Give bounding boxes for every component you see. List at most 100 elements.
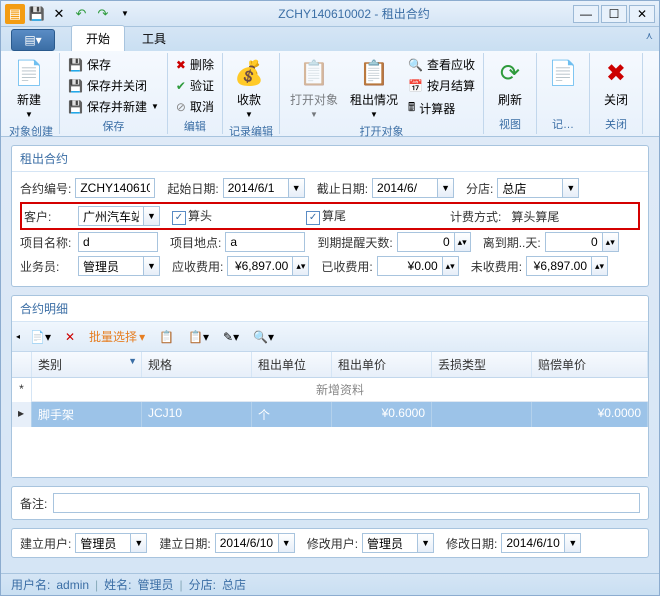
cell-comp[interactable]: ¥0.0000 bbox=[532, 402, 648, 427]
due-spin[interactable]: ▴▾ bbox=[293, 256, 309, 276]
staff-input[interactable] bbox=[78, 256, 144, 276]
end-date-input[interactable] bbox=[372, 178, 438, 198]
project-input[interactable] bbox=[78, 232, 158, 252]
close-button[interactable]: ✕ bbox=[629, 5, 655, 23]
calc-head-label: 算头 bbox=[188, 209, 212, 223]
created-by-input[interactable] bbox=[75, 533, 131, 553]
cell-loss[interactable] bbox=[432, 402, 532, 427]
start-date-input[interactable] bbox=[223, 178, 289, 198]
remarks-input[interactable] bbox=[53, 493, 640, 513]
col-comp[interactable]: 赔偿单价 bbox=[532, 352, 648, 377]
paid-input[interactable] bbox=[377, 256, 443, 276]
refresh-button[interactable]: ⟳刷新 bbox=[490, 55, 530, 110]
minimize-button[interactable]: ― bbox=[573, 5, 599, 23]
branch-input[interactable] bbox=[497, 178, 563, 198]
qat-redo-icon[interactable]: ↷ bbox=[93, 4, 113, 24]
calc-head-checkbox[interactable]: ✓ bbox=[172, 211, 186, 225]
modified-on-drop[interactable]: ▼ bbox=[565, 533, 581, 553]
rent-status-button[interactable]: 📋租出情况▼ bbox=[346, 55, 402, 121]
calculator-button[interactable]: 🖩计算器 bbox=[406, 97, 477, 120]
modified-by-drop[interactable]: ▼ bbox=[418, 533, 434, 553]
unpaid-input[interactable] bbox=[526, 256, 592, 276]
end-date-dropdown[interactable]: ▼ bbox=[438, 178, 454, 198]
verify-button[interactable]: ✔验证 bbox=[174, 76, 216, 95]
contract-no-input[interactable] bbox=[75, 178, 155, 198]
save-button[interactable]: 💾保存 bbox=[66, 55, 161, 74]
calc-tail-checkbox[interactable]: ✓ bbox=[306, 211, 320, 225]
col-unit[interactable]: 租出单位 bbox=[252, 352, 332, 377]
staff-dropdown[interactable]: ▼ bbox=[144, 256, 160, 276]
qat-close-doc-icon[interactable]: ✕ bbox=[49, 4, 69, 24]
close-ribbon-button[interactable]: ✖关闭 bbox=[596, 55, 636, 110]
delete-button[interactable]: ✖删除 bbox=[174, 55, 216, 74]
tab-start[interactable]: 开始 bbox=[71, 25, 125, 51]
qat-drop-icon[interactable]: ▼ bbox=[115, 4, 135, 24]
col-category[interactable]: 类别 ▼ bbox=[32, 352, 142, 377]
open-icon: 📋 bbox=[298, 57, 330, 89]
save-close-button[interactable]: 💾保存并关闭 bbox=[66, 76, 161, 95]
remind-days-spin[interactable]: ▴▾ bbox=[455, 232, 471, 252]
modified-on-input[interactable] bbox=[501, 533, 565, 553]
maximize-button[interactable]: ☐ bbox=[601, 5, 627, 23]
created-on-drop[interactable]: ▼ bbox=[279, 533, 295, 553]
modified-by-input[interactable] bbox=[362, 533, 418, 553]
created-by-drop[interactable]: ▼ bbox=[131, 533, 147, 553]
new-row-placeholder[interactable]: 新增资料 bbox=[32, 378, 648, 402]
qat-undo-icon[interactable]: ↶ bbox=[71, 4, 91, 24]
save-close-icon: 💾 bbox=[68, 79, 83, 93]
col-loss[interactable]: 丢损类型 bbox=[432, 352, 532, 377]
toolbar-search-button[interactable]: 🔍▾ bbox=[249, 328, 278, 346]
toolbar-copy-button[interactable]: 📋 bbox=[155, 328, 178, 346]
cancel-icon: ⊘ bbox=[176, 100, 186, 114]
days-leave-spin[interactable]: ▴▾ bbox=[603, 232, 619, 252]
unpaid-spin[interactable]: ▴▾ bbox=[592, 256, 608, 276]
app-icon[interactable]: ▤ bbox=[5, 4, 25, 24]
contract-panel-title: 租出合约 bbox=[12, 146, 648, 172]
batch-select-button[interactable]: 批量选择▾ bbox=[85, 326, 149, 347]
check-receivable-button[interactable]: 🔍查看应收 bbox=[406, 55, 477, 74]
created-on-input[interactable] bbox=[215, 533, 279, 553]
due-input[interactable] bbox=[227, 256, 293, 276]
filter-icon[interactable]: ▼ bbox=[128, 356, 137, 366]
qat-save-icon[interactable]: 💾 bbox=[27, 4, 47, 24]
open-object-button[interactable]: 📋打开对象▼ bbox=[286, 55, 342, 121]
collect-button[interactable]: 💰收款▼ bbox=[229, 55, 269, 121]
customer-input[interactable] bbox=[78, 206, 144, 226]
monthly-button[interactable]: 📅按月结算 bbox=[406, 76, 477, 95]
start-date-dropdown[interactable]: ▼ bbox=[289, 178, 305, 198]
group-record-label: 记录编辑 bbox=[229, 121, 273, 139]
col-price[interactable]: 租出单价 bbox=[332, 352, 432, 377]
location-input[interactable] bbox=[225, 232, 305, 252]
ribbon-collapse-icon[interactable]: ⋏ bbox=[646, 31, 653, 42]
record-button[interactable]: 📄 bbox=[543, 55, 583, 91]
remind-days-input[interactable] bbox=[397, 232, 455, 252]
save-icon: 💾 bbox=[68, 58, 83, 72]
col-spec[interactable]: 规格 bbox=[142, 352, 252, 377]
created-on-label: 建立日期: bbox=[159, 535, 210, 552]
tab-tools[interactable]: 工具 bbox=[127, 25, 181, 51]
paid-spin[interactable]: ▴▾ bbox=[443, 256, 459, 276]
cell-price[interactable]: ¥0.6000 bbox=[332, 402, 432, 427]
customer-dropdown[interactable]: ▼ bbox=[144, 206, 160, 226]
cancel-button[interactable]: ⊘取消 bbox=[174, 97, 216, 116]
table-row[interactable]: ▸ 脚手架 JCJ10 个 ¥0.6000 ¥0.0000 bbox=[12, 402, 648, 427]
unpaid-label: 未收费用: bbox=[471, 258, 522, 275]
cell-spec[interactable]: JCJ10 bbox=[142, 402, 252, 427]
toolbar-nav-icon[interactable]: ◂ bbox=[16, 332, 20, 341]
status-bar: 用户名: admin | 姓名: 管理员 | 分店: 总店 bbox=[1, 573, 659, 595]
toolbar-paste-button[interactable]: 📋▾ bbox=[184, 328, 213, 346]
detail-panel: 合约明细 ◂ 📄▾ ✕ 批量选择▾ 📋 📋▾ ✎▾ 🔍▾ 类别 ▼ 规格 租出单… bbox=[11, 295, 649, 478]
save-new-button[interactable]: 💾保存并新建▼ bbox=[66, 97, 161, 116]
days-leave-input[interactable] bbox=[545, 232, 603, 252]
cell-unit[interactable]: 个 bbox=[252, 402, 332, 427]
app-menu-button[interactable]: ▤▾ bbox=[11, 29, 55, 51]
due-label: 应收费用: bbox=[172, 258, 223, 275]
toolbar-edit-button[interactable]: ✎▾ bbox=[219, 328, 243, 346]
toolbar-new-button[interactable]: 📄▾ bbox=[26, 328, 55, 346]
verify-icon: ✔ bbox=[176, 79, 186, 93]
toolbar-delete-button[interactable]: ✕ bbox=[61, 328, 79, 346]
new-button[interactable]: 📄新建▼ bbox=[9, 55, 49, 121]
cell-category[interactable]: 脚手架 bbox=[32, 402, 142, 427]
branch-dropdown[interactable]: ▼ bbox=[563, 178, 579, 198]
close-icon: ✖ bbox=[600, 57, 632, 89]
